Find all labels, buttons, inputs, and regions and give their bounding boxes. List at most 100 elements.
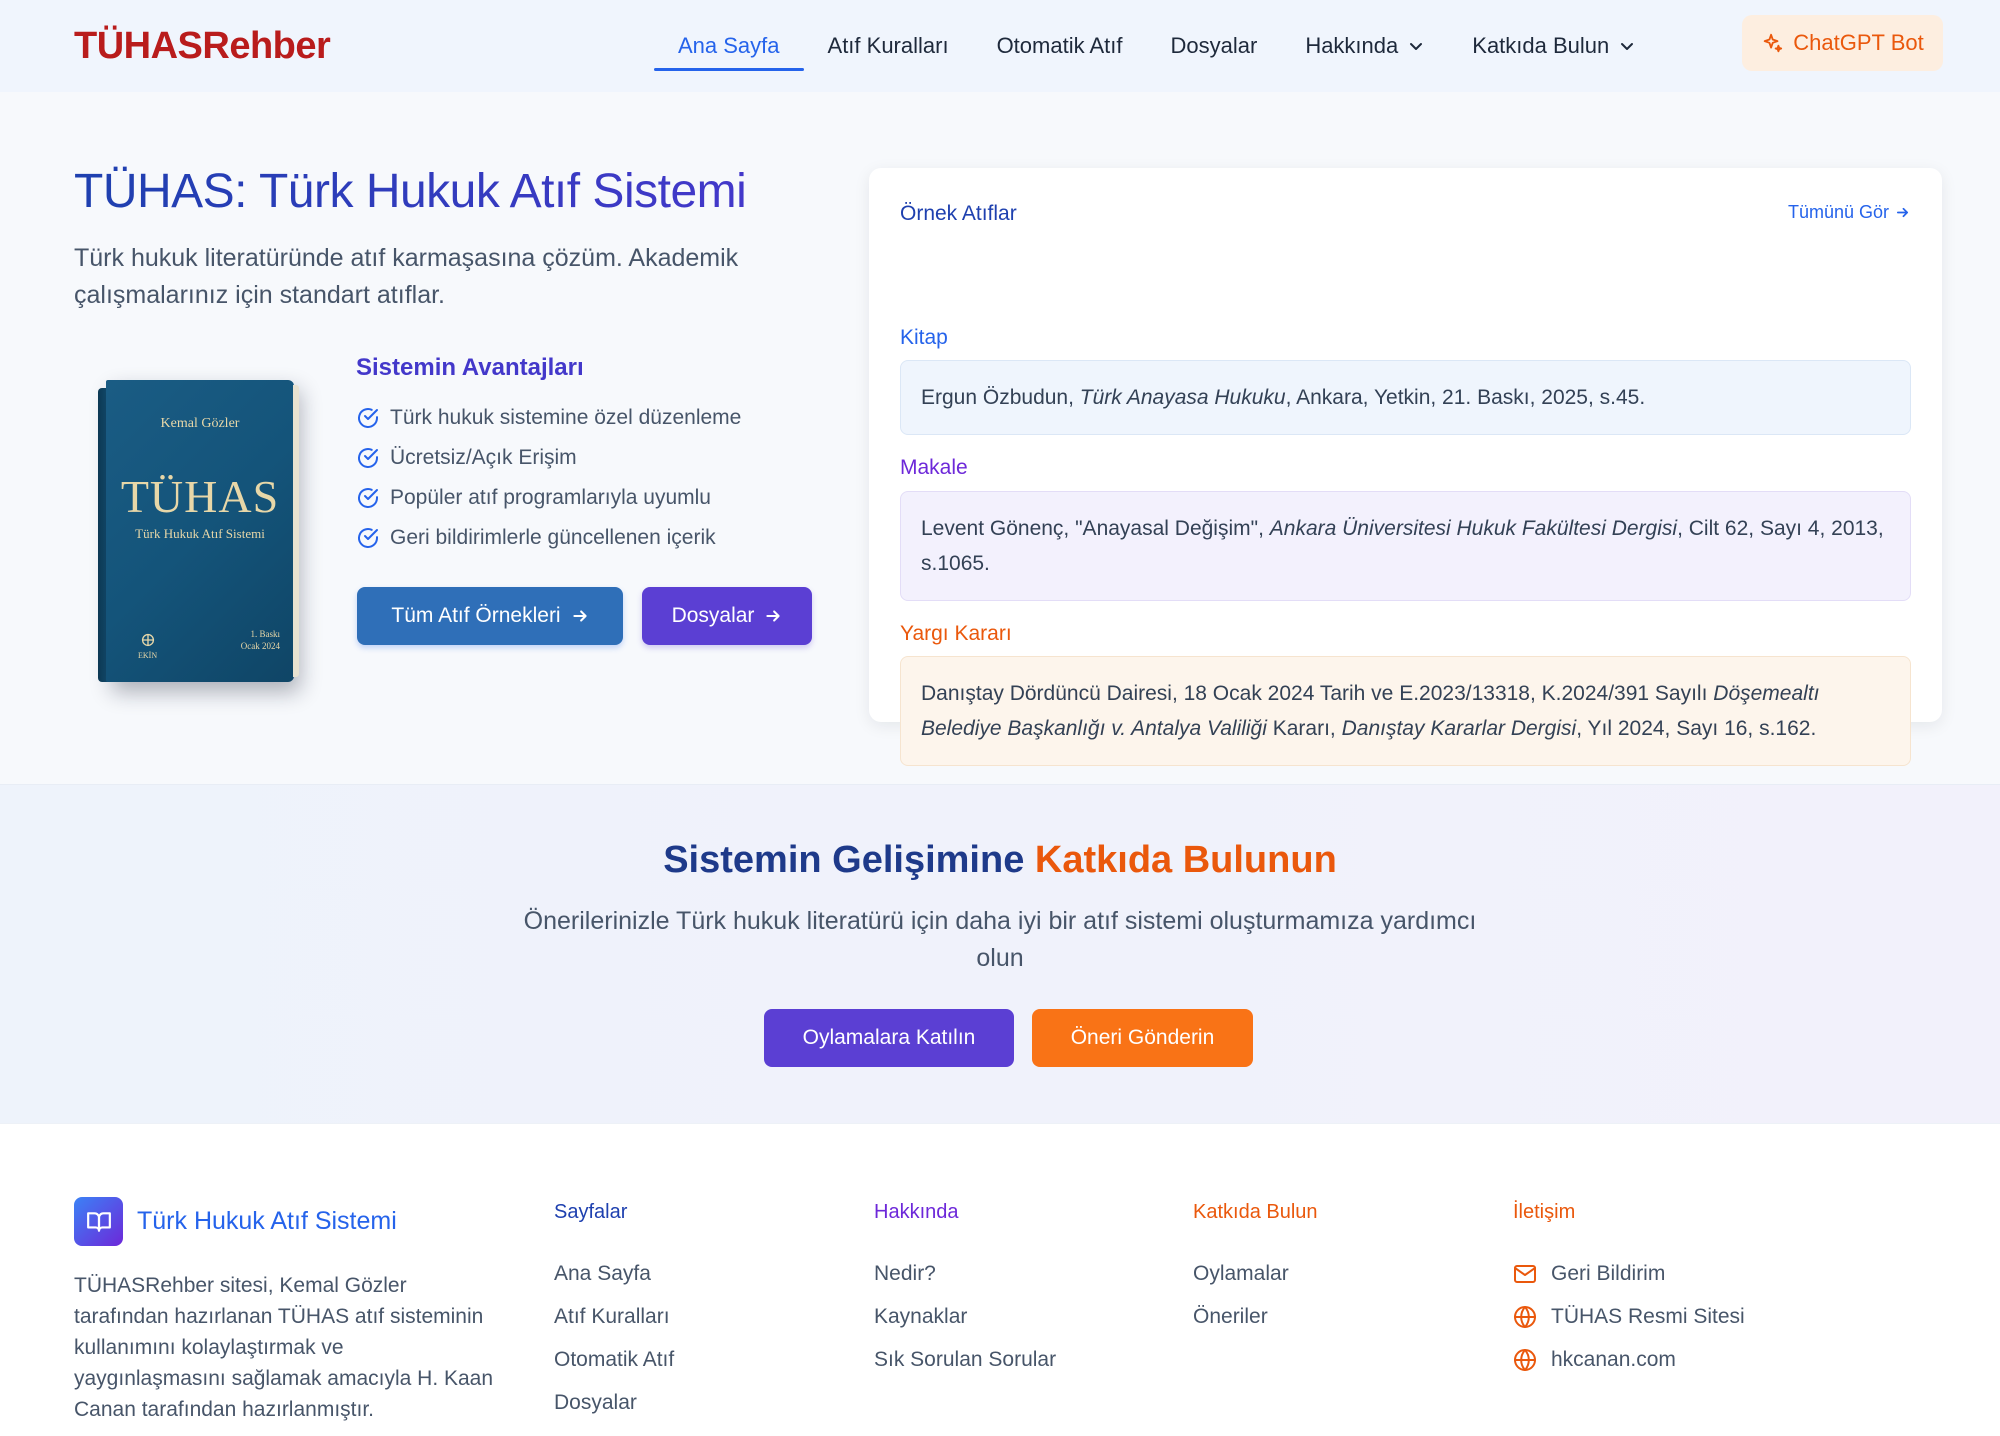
nav-citation-rules-label: Atıf Kuralları [827, 33, 949, 58]
footer-brand: Türk Hukuk Atıf Sistemi [74, 1197, 397, 1246]
footer-link-sources[interactable]: Kaynaklar [874, 1295, 1056, 1338]
book-example-italic: Türk Anayasa Hukuku [1079, 386, 1286, 409]
mail-icon [1514, 1264, 1536, 1283]
court-example-box: Danıştay Dördüncü Dairesi, 18 Ocak 2024 … [900, 656, 1911, 766]
footer-pages-title: Sayfalar [554, 1201, 628, 1223]
book-cover-image: Kemal Gözler TÜHAS Türk Hukuk Atıf Siste… [98, 380, 299, 682]
book-example-pre: Ergun Özbudun, [921, 386, 1080, 409]
footer-about-column: Hakkında Nedir? Kaynaklar Sık Sorulan So… [874, 1201, 1056, 1381]
footer-pages-column: Sayfalar Ana Sayfa Atıf Kuralları Otomat… [554, 1201, 674, 1424]
check-circle-icon [358, 528, 378, 548]
nav-auto-citation-label: Otomatik Atıf [996, 33, 1123, 58]
contribute-section: Sistemin Gelişimine Katkıda Bulunun Öner… [0, 784, 2000, 1123]
hero-section: TÜHAS: Türk Hukuk Atıf Sistemi Türk huku… [0, 92, 2000, 784]
chatgpt-bot-button[interactable]: ChatGPT Bot [1742, 15, 1943, 71]
all-examples-label: Tüm Atıf Örnekleri [391, 604, 561, 627]
nav-files[interactable]: Dosyalar [1147, 0, 1282, 92]
join-voting-label: Oylamalara Katılın [802, 1026, 976, 1049]
contribute-title-main: Sistemin Gelişimine [663, 839, 1035, 881]
nav-home-label: Ana Sayfa [678, 33, 780, 58]
court-example-label: Yargı Kararı [900, 622, 1012, 645]
advantages-list: Türk hukuk sistemine özel düzenleme Ücre… [356, 398, 741, 558]
book-author: Kemal Gözler [160, 416, 240, 431]
book-publisher: EKİN [138, 631, 157, 660]
book-publisher-name: EKİN [138, 651, 158, 660]
join-voting-button[interactable]: Oylamalara Katılın [764, 1009, 1014, 1067]
nav-about-label: Hakkında [1305, 33, 1399, 58]
see-all-link[interactable]: Tümünü Gör [1788, 202, 1910, 223]
book-subtitle: Türk Hukuk Atıf Sistemi [135, 526, 265, 541]
footer-link-files[interactable]: Dosyalar [554, 1381, 674, 1424]
contribute-title: Sistemin Gelişimine Katkıda Bulunun [0, 839, 2000, 882]
send-suggestion-button[interactable]: Öneri Gönderin [1032, 1009, 1253, 1067]
example-citations-title: Örnek Atıflar [900, 202, 1017, 225]
footer-contribute-column: Katkıda Bulun Oylamalar Öneriler [1193, 1201, 1318, 1338]
footer-contact-title: İletişim [1513, 1201, 1576, 1223]
nav-contribute-label: Katkıda Bulun [1472, 33, 1610, 58]
example-citations-card: Örnek Atıflar Tümünü Gör Kitap Ergun Özb… [869, 168, 1942, 766]
article-example-pre: Levent Gönenç, "Anayasal Değişim", [921, 517, 1270, 540]
check-circle-icon [358, 448, 378, 468]
site-logo[interactable]: TÜHASRehber [74, 25, 331, 68]
globe-icon [1514, 1305, 1536, 1328]
footer-brand-name: Türk Hukuk Atıf Sistemi [137, 1207, 397, 1235]
court-example-pre: Danıştay Dördüncü Dairesi, 18 Ocak 2024 … [921, 682, 1714, 705]
nav-citation-rules[interactable]: Atıf Kuralları [804, 0, 973, 92]
sparkle-icon [1764, 33, 1783, 53]
footer-link-feedback[interactable]: Geri Bildirim [1513, 1252, 1745, 1295]
site-footer: Türk Hukuk Atıf Sistemi TÜHASRehber site… [0, 1123, 2000, 1436]
footer-link-what-is[interactable]: Nedir? [874, 1252, 1056, 1295]
advantage-item: Türk hukuk sistemine özel düzenleme [356, 398, 741, 438]
court-example-mid: Kararı, [1266, 717, 1342, 740]
court-example-italic-journal: Danıştay Kararlar Dergisi [1341, 717, 1577, 740]
contribute-title-accent: Katkıda Bulunun [1034, 839, 1337, 881]
hero-subtitle: Türk hukuk literatüründe atıf karmaşasın… [74, 244, 739, 309]
files-button-label: Dosyalar [671, 604, 755, 627]
site-header: TÜHASRehber Ana Sayfa Atıf Kuralları Oto… [0, 0, 2000, 92]
footer-link-faq[interactable]: Sık Sorulan Sorular [874, 1338, 1056, 1381]
footer-link-citation-rules[interactable]: Atıf Kuralları [554, 1295, 674, 1338]
footer-link-home[interactable]: Ana Sayfa [554, 1252, 674, 1295]
book-edition-line2: Ocak 2024 [240, 641, 280, 651]
files-button[interactable]: Dosyalar [642, 587, 812, 645]
footer-link-auto-citation[interactable]: Otomatik Atıf [554, 1338, 674, 1381]
footer-link-suggestions[interactable]: Öneriler [1193, 1295, 1318, 1338]
advantage-text: Popüler atıf programlarıyla uyumlu [390, 486, 711, 509]
hero-title: TÜHAS: Türk Hukuk Atıf Sistemi [74, 165, 747, 218]
footer-link-feedback-label: Geri Bildirim [1551, 1261, 1666, 1285]
advantage-item: Popüler atıf programlarıyla uyumlu [356, 478, 741, 518]
book-open-icon [86, 1211, 111, 1232]
nav-home[interactable]: Ana Sayfa [654, 0, 804, 92]
book-cover: Kemal Gözler TÜHAS Türk Hukuk Atıf Siste… [106, 380, 299, 682]
court-example-post: , Yıl 2024, Sayı 16, s.162. [1576, 717, 1817, 740]
all-examples-button[interactable]: Tüm Atıf Örnekleri [357, 587, 623, 645]
book-pages [293, 385, 299, 677]
nav-contribute-dropdown[interactable]: Katkıda Bulun [1448, 0, 1659, 92]
chevron-down-icon [1410, 43, 1423, 50]
footer-contact-column: İletişim Geri Bildirim TÜHAS Resmi Sites… [1513, 1201, 1745, 1381]
footer-link-hkcanan[interactable]: hkcanan.com [1513, 1338, 1745, 1381]
footer-contribute-title: Katkıda Bulun [1193, 1201, 1318, 1223]
advantage-item: Geri bildirimlerle güncellenen içerik [356, 518, 741, 558]
nav-about-dropdown[interactable]: Hakkında [1281, 0, 1448, 92]
chevron-down-icon [1621, 43, 1634, 50]
nav-auto-citation[interactable]: Otomatik Atıf [973, 0, 1147, 92]
footer-about-title: Hakkında [874, 1201, 959, 1223]
book-edition-line1: 1. Baskı [250, 629, 280, 639]
article-example-italic: Ankara Üniversitesi Hukuk Fakültesi Derg… [1269, 517, 1678, 540]
see-all-label: Tümünü Gör [1787, 202, 1889, 222]
contribute-subtitle: Önerilerinizle Türk hukuk literatürü içi… [523, 907, 1477, 972]
chatgpt-bot-label: ChatGPT Bot [1793, 30, 1924, 55]
book-example-post: , Ankara, Yetkin, 21. Baskı, 2025, s.45. [1285, 386, 1646, 409]
advantage-text: Geri bildirimlerle güncellenen içerik [390, 526, 716, 549]
footer-link-official-site[interactable]: TÜHAS Resmi Sitesi [1513, 1295, 1745, 1338]
book-example-box: Ergun Özbudun, Türk Anayasa Hukuku, Anka… [900, 360, 1911, 435]
article-example-label: Makale [900, 456, 968, 479]
advantage-text: Ücretsiz/Açık Erişim [390, 446, 577, 469]
publisher-logo-icon [141, 633, 154, 647]
footer-brand-badge [74, 1197, 123, 1246]
footer-link-votes[interactable]: Oylamalar [1193, 1252, 1318, 1295]
article-example-box: Levent Gönenç, "Anayasal Değişim", Ankar… [900, 491, 1911, 601]
advantage-item: Ücretsiz/Açık Erişim [356, 438, 741, 478]
globe-icon [1514, 1348, 1536, 1371]
